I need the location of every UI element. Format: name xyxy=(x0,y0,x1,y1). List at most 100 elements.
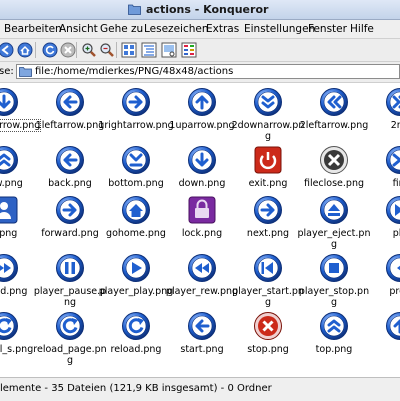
zoom-in-button[interactable] xyxy=(81,42,97,58)
file-item[interactable]: top.png xyxy=(300,311,368,371)
file-item[interactable]: prev xyxy=(366,253,400,313)
file-item[interactable]: next.png xyxy=(234,195,302,255)
file-item[interactable]: 2downarrow.png xyxy=(234,87,302,147)
file-item[interactable]: 1rightarrow.png xyxy=(102,87,170,147)
file-name: 2downarrow.png xyxy=(232,120,305,142)
gohome-icon xyxy=(121,195,151,225)
menu-item[interactable]: Einstellungen xyxy=(244,23,315,35)
file-item[interactable]: player_pause.png xyxy=(36,253,104,313)
file-name: next.png xyxy=(247,228,289,239)
file-label: fileclose.png xyxy=(296,178,372,189)
player-pause-icon xyxy=(55,253,85,283)
file-item[interactable]: player_start.png xyxy=(234,253,302,313)
icon-view-button[interactable] xyxy=(121,42,137,58)
back-button[interactable] xyxy=(0,42,14,58)
1uparrow-icon xyxy=(187,87,217,117)
file-icon-view[interactable]: downarrow.png1leftarrow.png1rightarrow.p… xyxy=(0,83,400,375)
file-label: 1leftarrow.png xyxy=(32,120,108,131)
finish-icon xyxy=(385,145,400,175)
menu-item[interactable]: Ansicht xyxy=(59,23,98,35)
reload-button[interactable] xyxy=(42,42,58,58)
file-item[interactable]: pla xyxy=(366,195,400,255)
file-label: player_rew.png xyxy=(164,286,240,297)
file-label: bottom.png xyxy=(98,178,174,189)
file-item[interactable]: stop.png xyxy=(234,311,302,371)
file-item[interactable]: player_play.png xyxy=(102,253,170,313)
file-item[interactable]: player_eject.png xyxy=(300,195,368,255)
menu-item[interactable]: Lesezeichen xyxy=(144,23,209,35)
file-item[interactable]: start.png xyxy=(168,311,236,371)
file-item[interactable]: reload.png xyxy=(102,311,170,371)
file-item[interactable]: reload_page.png xyxy=(36,311,104,371)
file-name: pla xyxy=(393,228,400,239)
file-label: 1rightarrow.png xyxy=(98,120,174,131)
multicolumn-view-button[interactable] xyxy=(181,42,197,58)
file-name: stop.png xyxy=(247,344,289,355)
toolbar-separator xyxy=(35,42,36,58)
file-name: 1rightarrow.png xyxy=(98,120,173,131)
file-name: player_start.png xyxy=(232,286,304,308)
zoom-out-button[interactable] xyxy=(99,42,115,58)
address-input[interactable]: file:/home/mdierkes/PNG/48x48/actions xyxy=(16,64,400,79)
reload-all-icon xyxy=(0,311,19,341)
file-name: reload.png xyxy=(111,344,162,355)
file-item[interactable]: 2rig xyxy=(366,87,400,147)
file-label: player_eject.png xyxy=(296,228,372,250)
file-item[interactable]: 1leftarrow.png xyxy=(36,87,104,147)
stop-button[interactable] xyxy=(60,42,76,58)
file-item[interactable]: player_rew.png xyxy=(168,253,236,313)
file-name: start.png xyxy=(180,344,223,355)
file-name: r_fwd.png xyxy=(0,286,27,297)
file-item[interactable]: downarrow.png xyxy=(0,87,38,147)
file-item[interactable] xyxy=(366,311,400,371)
file-label: next.png xyxy=(230,228,306,239)
file-name: player_stop.png xyxy=(299,286,369,308)
file-name: down.png xyxy=(179,178,226,189)
file-label: reload.png xyxy=(98,344,174,355)
file-label: back.png xyxy=(32,178,108,189)
file-name: 1uparrow.png xyxy=(169,120,234,131)
user-icon xyxy=(0,195,19,225)
file-item[interactable]: forward.png xyxy=(36,195,104,255)
file-item[interactable]: lock.png xyxy=(168,195,236,255)
preview-button[interactable] xyxy=(161,42,177,58)
file-item[interactable]: player_stop.png xyxy=(300,253,368,313)
file-name: gohome.png xyxy=(106,228,166,239)
file-item[interactable]: k.png xyxy=(0,195,38,255)
toolbar-separator xyxy=(116,42,117,58)
player-stop-icon xyxy=(319,253,349,283)
back-icon xyxy=(0,42,14,58)
file-label: 1uparrow.png xyxy=(164,120,240,131)
zoom-out-icon xyxy=(99,42,115,58)
2leftarrow-icon xyxy=(319,87,349,117)
tree-view-icon xyxy=(141,42,157,58)
file-name: top.png xyxy=(316,344,353,355)
file-item[interactable]: gohome.png xyxy=(102,195,170,255)
file-item[interactable]: 1uparrow.png xyxy=(168,87,236,147)
file-name: bottom.png xyxy=(108,178,163,189)
menu-item[interactable]: Extras xyxy=(206,23,239,35)
home-button[interactable] xyxy=(17,42,33,58)
lock-icon xyxy=(187,195,217,225)
2rightarrow-icon xyxy=(385,87,400,117)
menu-item[interactable]: Fenster xyxy=(308,23,347,35)
file-item[interactable]: 2leftarrow.png xyxy=(300,87,368,147)
file-label: fini xyxy=(362,178,400,189)
file-label: player_stop.png xyxy=(296,286,372,308)
menu-item[interactable]: Bearbeiten xyxy=(4,23,62,35)
menu-item[interactable]: Hilfe xyxy=(350,23,374,35)
address-label: se: xyxy=(0,66,14,77)
menu-item[interactable]: Gehe zu xyxy=(100,23,143,35)
file-name: ad_all_s.png xyxy=(0,344,33,355)
file-label: player_pause.png xyxy=(32,286,108,308)
zoom-in-icon xyxy=(81,42,97,58)
reload-icon xyxy=(42,42,58,58)
file-label: stop.png xyxy=(230,344,306,355)
player-rew-icon xyxy=(187,253,217,283)
toolbar-separator xyxy=(76,42,77,58)
player-play-icon xyxy=(121,253,151,283)
file-label: start.png xyxy=(164,344,240,355)
player-fwd-icon xyxy=(0,253,19,283)
tree-view-button[interactable] xyxy=(141,42,157,58)
file-label: top.png xyxy=(296,344,372,355)
